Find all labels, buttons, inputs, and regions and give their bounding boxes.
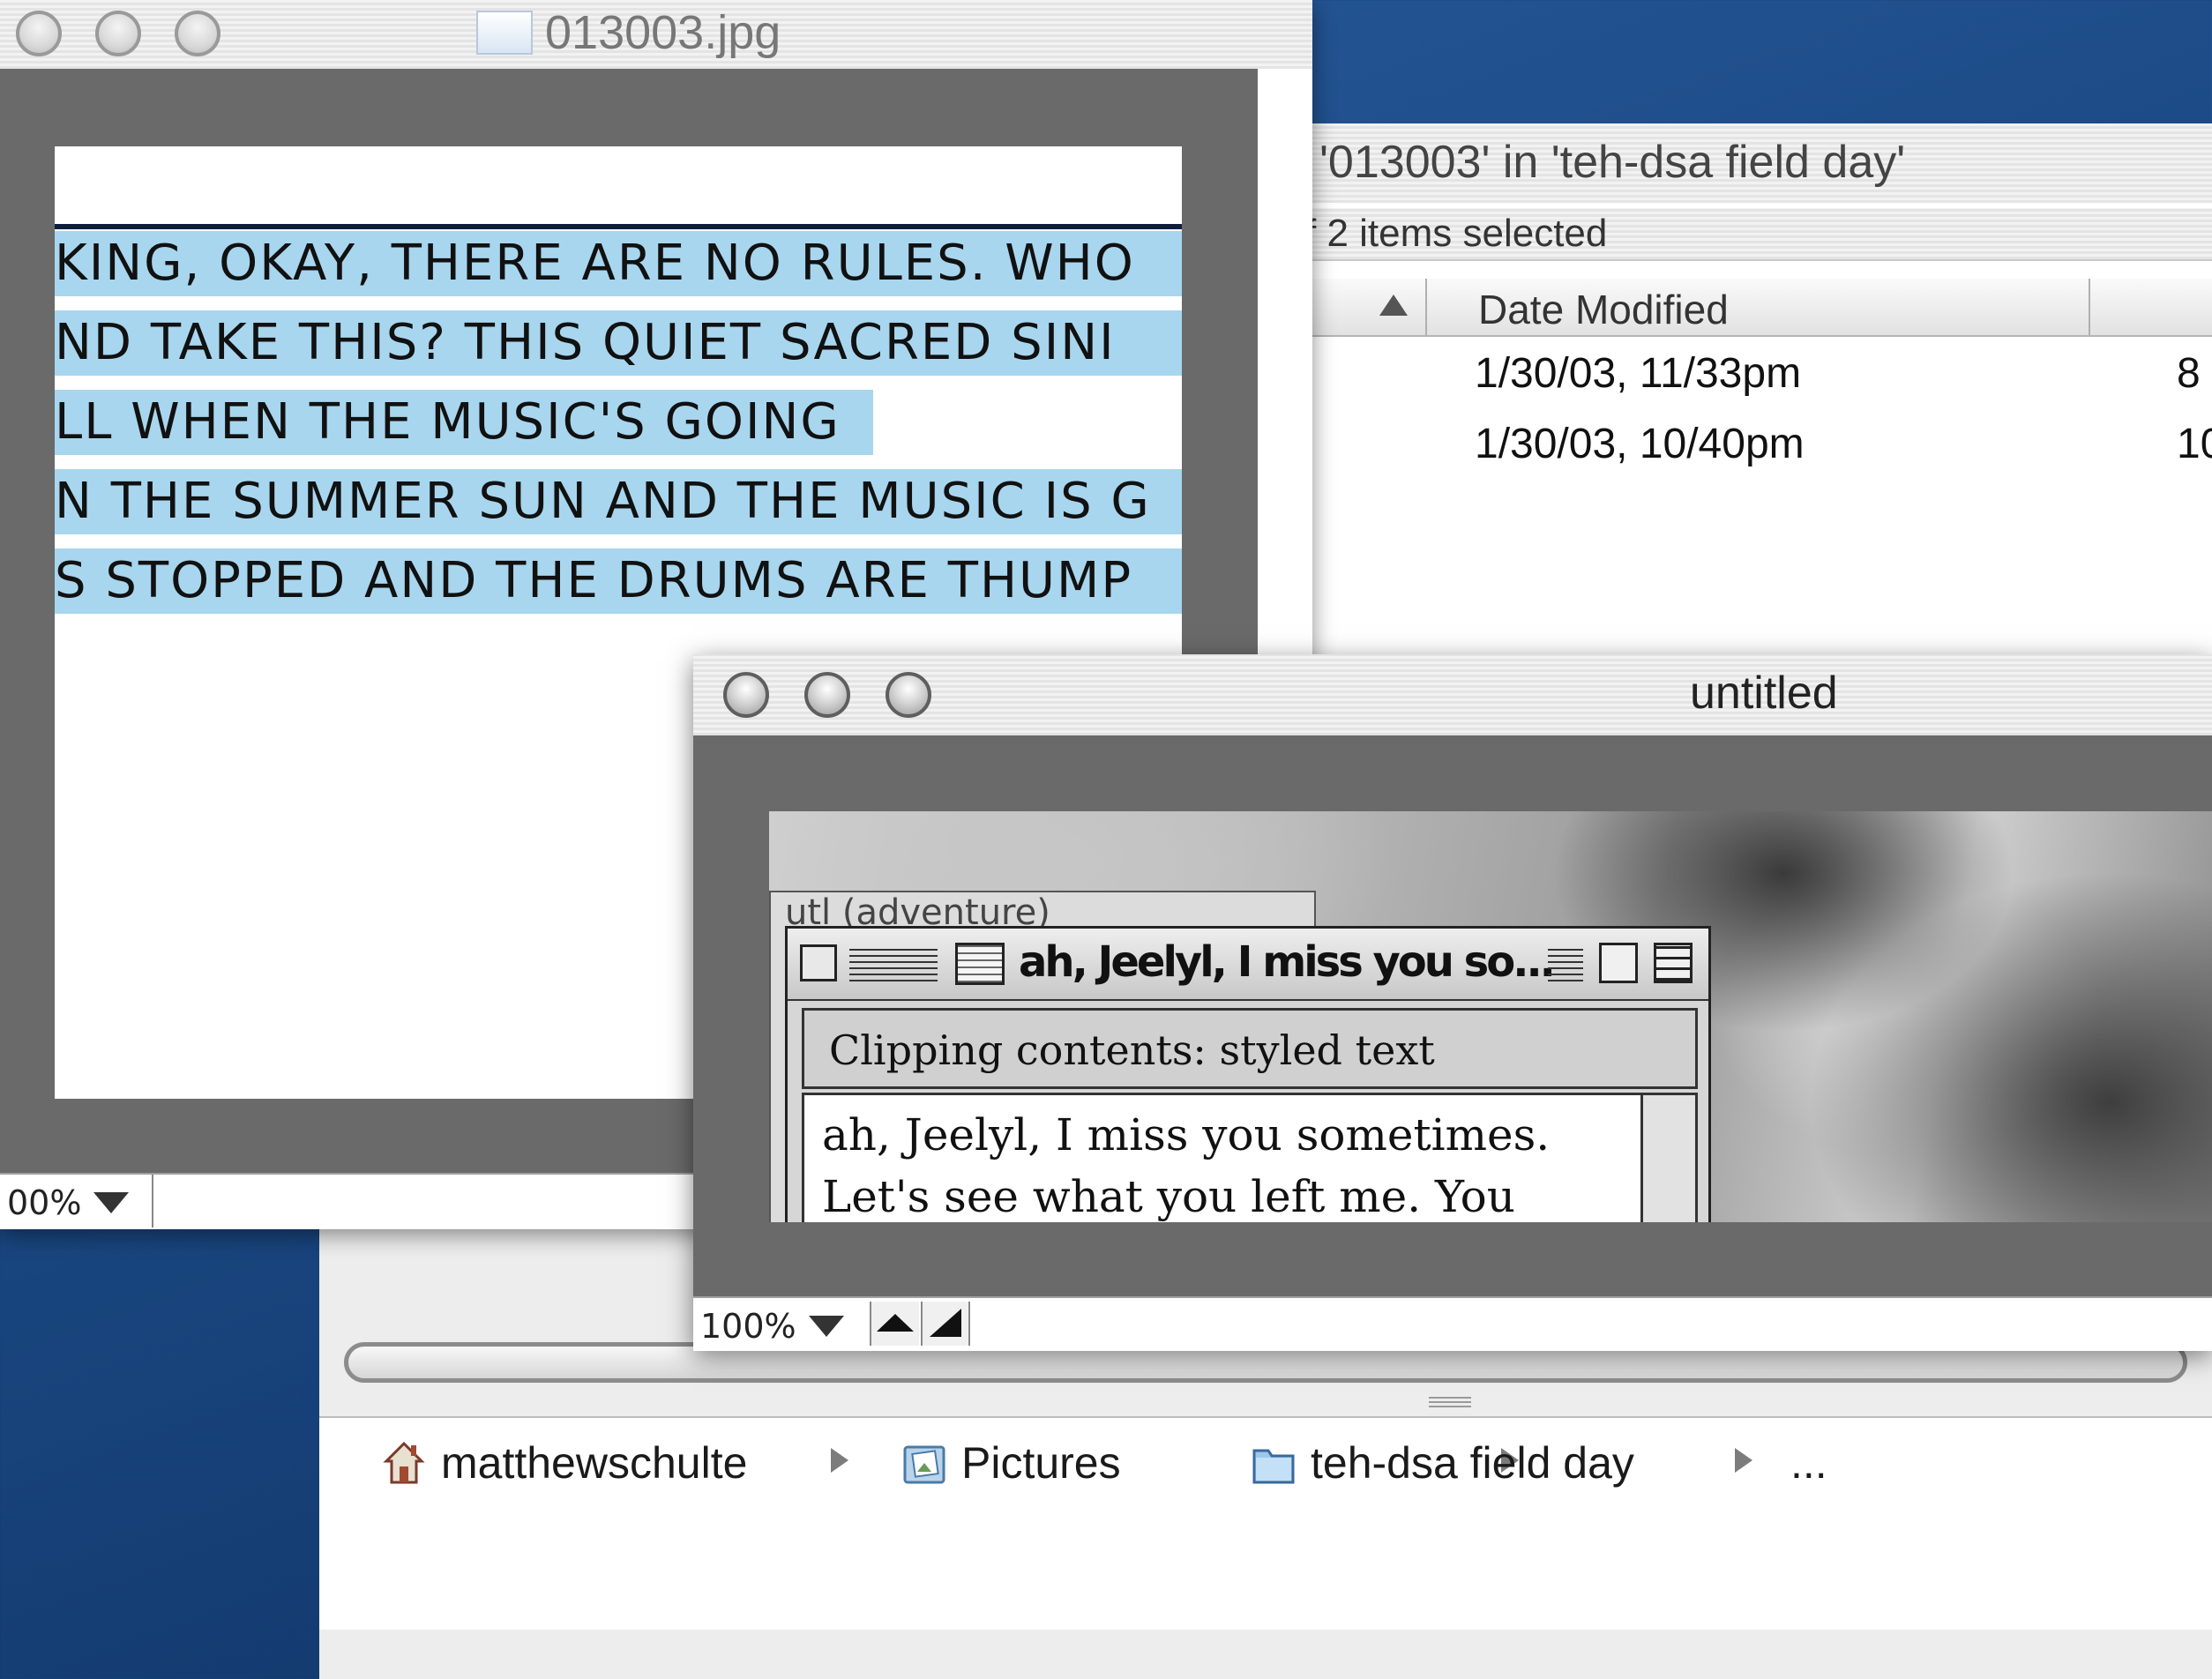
window-titlebar[interactable]: 013003.jpg	[0, 0, 1312, 69]
zoom-dropdown[interactable]: 00%	[7, 1183, 130, 1222]
text-line: S STOPPED AND THE DRUMS ARE THUMP	[55, 548, 1182, 614]
clipping-text-line: Let's see what you left me. You	[822, 1171, 1515, 1222]
zoom-button[interactable]	[886, 672, 931, 718]
clipping-titlebar[interactable]: ah, Jeelyl, I miss you so...	[788, 929, 1708, 1001]
chevron-right-icon	[831, 1448, 848, 1473]
zoom-box-icon[interactable]	[1599, 943, 1638, 983]
zoom-value: 100%	[700, 1307, 796, 1346]
zoom-value: 00%	[7, 1183, 82, 1222]
window-title-text: 013003.jpg	[545, 6, 781, 59]
home-icon	[383, 1441, 425, 1484]
path-item-label: ...	[1790, 1438, 1827, 1488]
image-file-icon	[476, 11, 533, 55]
zoom-dropdown[interactable]: 100%	[700, 1307, 844, 1346]
resize-grip[interactable]	[1429, 1395, 1471, 1407]
clipping-text-line: ah, Jeelyl, I miss you sometimes.	[822, 1109, 1551, 1160]
clipping-text-area[interactable]: ah, Jeelyl, I miss you sometimes. Let's …	[802, 1093, 1643, 1222]
titlebar-stripes	[1548, 946, 1583, 981]
path-item-label: teh-dsa field day	[1311, 1438, 1634, 1488]
divider	[152, 1175, 153, 1228]
clipping-title: ah, Jeelyl, I miss you so...	[1019, 937, 1556, 987]
close-button[interactable]	[723, 672, 769, 718]
titlebar-stripes	[849, 946, 938, 981]
vertical-scrollbar[interactable]	[1643, 1093, 1698, 1222]
text-line: ND TAKE THIS? THIS QUIET SACRED SINI	[55, 310, 1182, 376]
window-title: 013003.jpg	[476, 5, 781, 60]
column-header-bar: Date Modified	[1298, 279, 2212, 337]
divider	[55, 224, 1182, 229]
finder-list-window: '013003' in 'teh-dsa field day' f 2 item…	[1298, 123, 2212, 670]
status-bar: 100%	[693, 1296, 2212, 1351]
chevron-down-icon	[93, 1192, 130, 1213]
column-header-date-modified[interactable]: Date Modified	[1478, 286, 1729, 333]
window-titlebar[interactable]: untitled	[693, 654, 2212, 735]
chevron-down-icon	[808, 1316, 844, 1337]
sort-ascending-icon[interactable]	[1379, 295, 1408, 316]
window-titlebar[interactable]: '013003' in 'teh-dsa field day'	[1298, 123, 2212, 203]
text-line: LL WHEN THE MUSIC'S GOING	[55, 390, 873, 455]
minimize-button[interactable]	[804, 672, 850, 718]
column-divider[interactable]	[1425, 279, 1427, 335]
close-box-icon[interactable]	[800, 944, 837, 981]
mountain-small-icon[interactable]	[870, 1302, 919, 1346]
path-item-home[interactable]: matthewschulte	[383, 1437, 747, 1489]
list-item-size: 8	[2177, 350, 2201, 397]
path-item-label: Pictures	[961, 1438, 1121, 1488]
zoom-button[interactable]	[175, 11, 220, 56]
status-bar: f 2 items selected	[1298, 208, 2212, 261]
status-text: f 2 items selected	[1305, 212, 1608, 255]
chevron-right-icon	[1735, 1448, 1752, 1473]
collapse-box-icon[interactable]	[1654, 943, 1693, 983]
list-item-size: 10	[2177, 421, 2212, 467]
untitled-window: untitled utl (adventure) ah, Jeelyl, I m…	[693, 654, 2212, 1351]
clipping-header-text: Clipping contents: styled text	[829, 1026, 1435, 1074]
text-line: N THE SUMMER SUN AND THE MUSIC IS G	[55, 469, 1182, 534]
window-title: '013003' in 'teh-dsa field day'	[1319, 137, 1906, 188]
pictures-folder-icon	[903, 1445, 945, 1484]
folder-icon	[1252, 1449, 1295, 1484]
path-item-label: matthewschulte	[441, 1438, 748, 1488]
clipping-file-icon	[955, 943, 1005, 985]
path-item-pictures[interactable]: Pictures	[903, 1437, 1121, 1489]
path-item-more[interactable]: ...	[1790, 1437, 1827, 1489]
list-item-date[interactable]: 1/30/03, 10/40pm	[1475, 420, 1805, 468]
path-item-folder[interactable]: teh-dsa field day	[1252, 1437, 1634, 1489]
clipping-header: Clipping contents: styled text	[802, 1008, 1698, 1089]
list-item-date[interactable]: 1/30/03, 11/33pm	[1475, 349, 1801, 398]
window-title: untitled	[1690, 668, 1838, 719]
minimize-button[interactable]	[95, 11, 141, 56]
column-divider[interactable]	[2089, 279, 2090, 335]
mountain-large-icon[interactable]	[921, 1302, 970, 1346]
close-button[interactable]	[16, 11, 62, 56]
clipping-window: ah, Jeelyl, I miss you so... Clipping co…	[785, 926, 1711, 1222]
image-canvas: utl (adventure) ah, Jeelyl, I miss you s…	[769, 811, 2212, 1222]
text-line: KING, OKAY, THERE ARE NO RULES. WHO	[55, 231, 1182, 296]
